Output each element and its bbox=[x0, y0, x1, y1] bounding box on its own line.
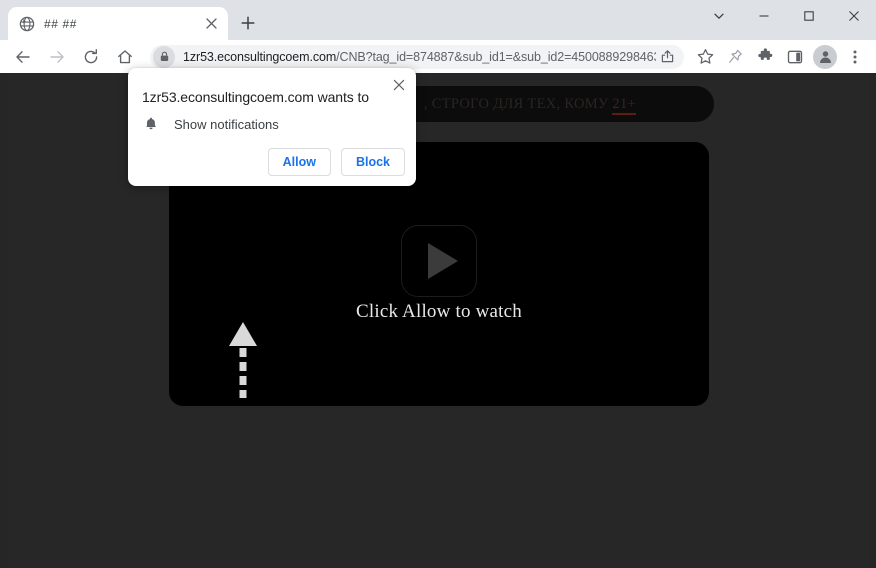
back-icon[interactable] bbox=[9, 43, 37, 71]
bell-icon bbox=[142, 115, 160, 133]
url-host: 1zr53.econsultingcoem.com bbox=[183, 49, 337, 64]
globe-icon bbox=[19, 16, 35, 32]
maximize-icon[interactable] bbox=[786, 0, 831, 32]
up-arrow-dashed-icon bbox=[228, 322, 258, 398]
forward-icon[interactable] bbox=[43, 43, 71, 71]
block-button[interactable]: Block bbox=[340, 148, 405, 176]
chrome-menu-icon[interactable] bbox=[841, 43, 869, 71]
close-icon[interactable] bbox=[388, 74, 410, 96]
tab-strip: ## ## bbox=[0, 0, 876, 40]
play-button-icon[interactable] bbox=[401, 225, 477, 297]
reload-icon[interactable] bbox=[77, 43, 105, 71]
profile-avatar[interactable] bbox=[813, 44, 837, 69]
notification-permission-dialog[interactable]: 1zr53.econsultingcoem.com wants to Show … bbox=[128, 68, 416, 186]
side-panel-icon[interactable] bbox=[781, 43, 809, 71]
pin-cursor-icon[interactable] bbox=[721, 43, 749, 71]
close-tab-icon[interactable] bbox=[202, 15, 220, 33]
permission-row: Show notifications bbox=[142, 115, 279, 133]
allow-button[interactable]: Allow bbox=[267, 148, 331, 176]
address-bar[interactable]: 1zr53.econsultingcoem.com/CNB?tag_id=874… bbox=[150, 44, 684, 69]
tab-strip-padding bbox=[0, 0, 8, 40]
new-tab-button[interactable] bbox=[234, 9, 262, 37]
window-controls bbox=[696, 0, 876, 32]
chevron-down-icon[interactable] bbox=[696, 0, 741, 32]
play-triangle-shape bbox=[427, 243, 458, 279]
minimize-icon[interactable] bbox=[741, 0, 786, 32]
age-banner-text: , СТРОГО ДЛЯ ТЕХ, КОМУ 21+ bbox=[423, 95, 636, 115]
age-banner-number: 21+ bbox=[612, 95, 636, 115]
dialog-actions: Allow Block bbox=[267, 148, 405, 176]
tab-title: ## ## bbox=[44, 16, 78, 31]
arrow-shaft-shape bbox=[239, 348, 247, 398]
browser-window: ## ## 1zr53.econsultingcoem.com/CNB?tag_… bbox=[0, 0, 876, 568]
share-icon[interactable] bbox=[656, 46, 678, 68]
lock-icon[interactable] bbox=[153, 45, 175, 68]
url-path: /CNB?tag_id=874887&sub_id1=&sub_id2=4500… bbox=[336, 49, 656, 64]
age-banner-prefix: , СТРОГО ДЛЯ ТЕХ, КОМУ bbox=[423, 95, 613, 112]
extensions-puzzle-icon[interactable] bbox=[751, 43, 779, 71]
browser-tab[interactable]: ## ## bbox=[8, 7, 228, 40]
arrow-head-shape bbox=[229, 322, 257, 346]
bookmark-star-icon[interactable] bbox=[691, 43, 719, 71]
close-window-icon[interactable] bbox=[831, 0, 876, 32]
permission-label: Show notifications bbox=[174, 116, 279, 132]
dialog-title: 1zr53.econsultingcoem.com wants to bbox=[142, 89, 369, 105]
call-to-action-text: Click Allow to watch bbox=[355, 301, 522, 322]
url-text: 1zr53.econsultingcoem.com/CNB?tag_id=874… bbox=[183, 50, 656, 64]
home-icon[interactable] bbox=[111, 43, 139, 71]
